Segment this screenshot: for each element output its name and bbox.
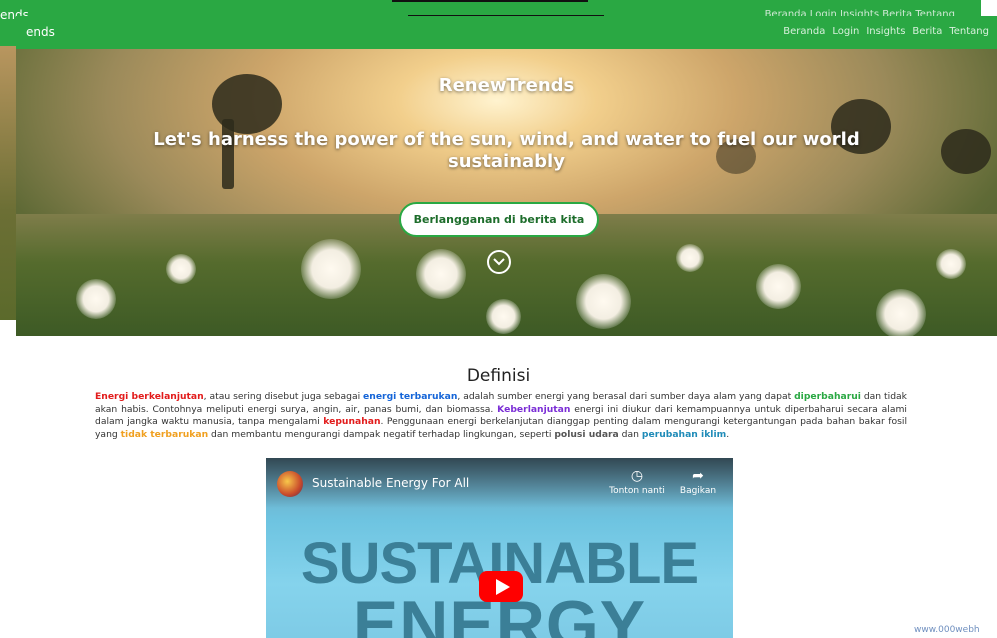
- hero-dandelion: [486, 299, 521, 334]
- nav-item-beranda[interactable]: Beranda: [783, 26, 825, 37]
- keyword-energi-terbarukan: energi terbarukan: [363, 391, 458, 402]
- ghost-divider: [392, 0, 588, 2]
- definition-text: , atau sering disebut juga sebagai: [203, 391, 364, 402]
- nav-item-login[interactable]: Login: [832, 26, 859, 37]
- share-button[interactable]: ➦ Bagikan: [676, 468, 720, 496]
- hero-dandelion: [876, 289, 926, 336]
- subscribe-button[interactable]: Berlangganan di berita kita: [399, 202, 599, 237]
- ghost-hero-edge: [0, 46, 16, 320]
- hero-dandelion: [936, 249, 966, 279]
- clock-icon: ◷: [630, 468, 644, 484]
- keyword-diperbaharui: diperbaharui: [794, 391, 861, 402]
- hosting-badge-image[interactable]: www.000webh: [914, 625, 980, 635]
- hero-dandelion: [166, 254, 196, 284]
- nav-item-berita[interactable]: Berita: [912, 26, 942, 37]
- nav-item-insights[interactable]: Insights: [866, 26, 905, 37]
- chevron-down-icon: [493, 258, 505, 266]
- section-heading-definisi: Definisi: [466, 366, 531, 386]
- definition-paragraph: Energi berkelanjutan, atau sering disebu…: [95, 391, 907, 441]
- hero-dandelion: [416, 249, 466, 299]
- hero-banner: RenewTrends Let's harness the power of t…: [16, 49, 997, 336]
- share-label: Bagikan: [679, 486, 717, 496]
- keyword-perubahan-iklim: perubahan iklim: [641, 428, 727, 440]
- hero-dandelion: [576, 274, 631, 329]
- brand-logo-text[interactable]: ends: [26, 25, 55, 39]
- nav-links: Beranda Login Insights Berita Tentang: [783, 26, 989, 37]
- definition-text: .: [726, 428, 730, 440]
- video-title[interactable]: Sustainable Energy For All: [312, 476, 469, 490]
- definition-text: dan: [618, 428, 642, 440]
- keyword-polusi-udara: polusi udara: [554, 428, 619, 440]
- hero-tagline: Let's harness the power of the sun, wind…: [153, 129, 860, 172]
- share-arrow-icon: ➦: [692, 468, 704, 484]
- definition-text: , adalah sumber energi yang berasal dari…: [457, 391, 795, 402]
- keyword-tidak-terbarukan: tidak terbarukan: [120, 428, 209, 440]
- chevron-down-circle-icon[interactable]: [487, 250, 511, 274]
- hero-dandelion: [676, 244, 704, 272]
- play-button[interactable]: [479, 571, 523, 602]
- keyword-keberlanjutan: Keberlanjutan: [497, 403, 571, 415]
- hero-tree: [941, 129, 991, 174]
- hero-dandelion: [76, 279, 116, 319]
- navbar: ends Beranda Login Insights Berita Tenta…: [16, 16, 997, 49]
- keyword-energi-berkelanjutan: Energi berkelanjutan: [95, 391, 204, 402]
- youtube-embed[interactable]: SUSTAINABLE ENERGY Sustainable Energy Fo…: [266, 458, 733, 638]
- hero-dandelion: [301, 239, 361, 299]
- hero-dandelion: [756, 264, 801, 309]
- keyword-kepunahan: kepunahan: [323, 416, 381, 427]
- watch-later-label: Tonton nanti: [609, 486, 665, 496]
- channel-avatar[interactable]: [277, 471, 303, 497]
- hero-title: RenewTrends: [438, 75, 575, 96]
- nav-item-tentang[interactable]: Tentang: [949, 26, 989, 37]
- watch-later-button[interactable]: ◷ Tonton nanti: [606, 468, 668, 496]
- definition-text: dan membantu mengurangi dampak negatif t…: [208, 428, 555, 440]
- play-icon: [495, 578, 510, 595]
